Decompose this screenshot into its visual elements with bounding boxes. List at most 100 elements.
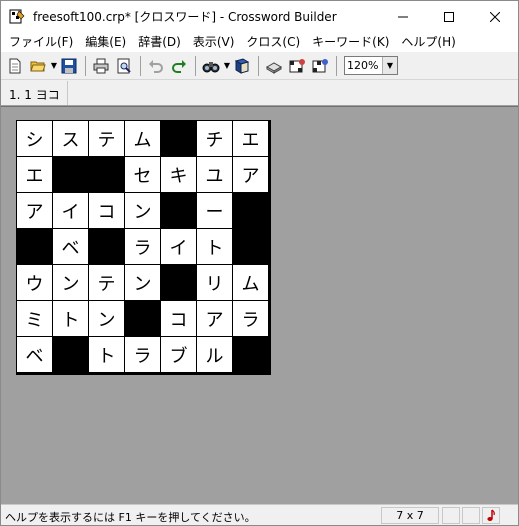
grid-cell-black[interactable] (233, 229, 269, 265)
grid-cell[interactable]: テ (89, 121, 125, 157)
find-dropdown-arrow[interactable]: ▼ (223, 55, 231, 77)
new-button[interactable] (4, 55, 26, 77)
grid-cell[interactable]: エ (17, 157, 53, 193)
menu-help[interactable]: ヘルプ(H) (395, 32, 461, 52)
grid-cell[interactable]: ト (89, 337, 125, 373)
window-controls (380, 1, 518, 32)
redo-icon (172, 59, 186, 73)
grid-build-button[interactable] (286, 55, 308, 77)
save-button[interactable] (58, 55, 80, 77)
grid-cell-black[interactable] (161, 265, 197, 301)
status-bar: ヘルプを表示するには F1 キーを押してください。 7 x 7 (1, 504, 518, 525)
undo-icon (149, 59, 163, 73)
print-button[interactable] (90, 55, 112, 77)
title-bar[interactable]: freesoft100.crp* [クロスワード] - Crossword Bu… (1, 1, 518, 32)
erase-button[interactable] (263, 55, 285, 77)
grid-cell-black[interactable] (89, 229, 125, 265)
grid-cell[interactable]: ル (197, 337, 233, 373)
close-button[interactable] (472, 1, 518, 32)
minimize-button[interactable] (380, 1, 426, 32)
toolbar-separator (85, 55, 86, 76)
grid-cell[interactable]: ア (17, 193, 53, 229)
grid-cell[interactable]: ア (233, 157, 269, 193)
redo-button[interactable] (168, 55, 190, 77)
grid-cell[interactable]: ス (53, 121, 89, 157)
grid-build2-button[interactable] (309, 55, 331, 77)
menu-view[interactable]: 表示(V) (187, 32, 241, 52)
grid-cell-black[interactable] (53, 337, 89, 373)
find-button[interactable] (200, 55, 222, 77)
grid-cell[interactable]: テ (89, 265, 125, 301)
menu-dictionary[interactable]: 辞書(D) (132, 32, 187, 52)
music-note-icon[interactable] (482, 507, 500, 524)
open-dropdown-arrow[interactable]: ▼ (50, 55, 58, 77)
grid-cell[interactable]: イ (161, 229, 197, 265)
grid-cell-black[interactable] (125, 301, 161, 337)
grid-cell[interactable]: リ (197, 265, 233, 301)
grid-cell[interactable]: ラ (125, 229, 161, 265)
status-help-text: ヘルプを表示するには F1 キーを押してください。 (5, 511, 256, 524)
grid-cell[interactable]: セ (125, 157, 161, 193)
status-panel-empty (462, 507, 480, 524)
grid-cell[interactable]: ユ (197, 157, 233, 193)
status-panel-empty (442, 507, 460, 524)
grid-cell[interactable]: キ (161, 157, 197, 193)
grid-cell[interactable]: ン (53, 265, 89, 301)
maximize-button[interactable] (426, 1, 472, 32)
app-window: freesoft100.crp* [クロスワード] - Crossword Bu… (0, 0, 519, 526)
status-grid-size: 7 x 7 (381, 507, 439, 524)
print-preview-button[interactable] (113, 55, 135, 77)
crossword-app-icon[interactable] (9, 9, 25, 25)
grid-cell-black[interactable] (17, 229, 53, 265)
crossword-canvas[interactable]: システムチエエセキユアアイコンーベライトウンテンリムミトンコアラベトラブル (1, 106, 518, 504)
save-icon (61, 58, 77, 73)
grid-cell-black[interactable] (161, 193, 197, 229)
current-clue-label: 1. 1 ヨコ (9, 88, 60, 102)
grid-cell-black[interactable] (161, 121, 197, 157)
grid-cell[interactable]: ラ (125, 337, 161, 373)
grid-cell[interactable]: ト (197, 229, 233, 265)
menu-file[interactable]: ファイル(F) (3, 32, 79, 52)
undo-button[interactable] (145, 55, 167, 77)
grid-cell[interactable]: ウ (17, 265, 53, 301)
minimize-icon (398, 16, 408, 17)
grid-cell-black[interactable] (233, 337, 269, 373)
open-button[interactable] (27, 55, 49, 77)
grid-cell[interactable]: イ (53, 193, 89, 229)
dictionary-button[interactable] (231, 55, 253, 77)
grid-cell[interactable]: ト (53, 301, 89, 337)
grid-cell[interactable]: ン (125, 265, 161, 301)
grid-cell[interactable]: エ (233, 121, 269, 157)
grid-cell[interactable]: チ (197, 121, 233, 157)
grid-cell[interactable]: ブ (161, 337, 197, 373)
grid-cell[interactable]: ミ (17, 301, 53, 337)
erase-icon (266, 61, 282, 74)
zoom-select[interactable]: 120% ▼ (344, 56, 398, 75)
grid-cell[interactable]: コ (89, 193, 125, 229)
toolbar: ▼ ▼ 120% ▼ (1, 52, 518, 80)
grid-cell[interactable]: ム (125, 121, 161, 157)
grid-cell-black[interactable] (89, 157, 125, 193)
grid-cell[interactable]: ベ (17, 337, 53, 373)
grid-cell[interactable]: ム (233, 265, 269, 301)
grid-build2-icon (312, 58, 328, 72)
grid-cell[interactable]: ー (197, 193, 233, 229)
menu-keyword[interactable]: キーワード(K) (306, 32, 395, 52)
chevron-down-icon[interactable]: ▼ (382, 57, 397, 74)
clue-info-bar: 1. 1 ヨコ (1, 81, 518, 106)
grid-cell[interactable]: ン (125, 193, 161, 229)
menu-edit[interactable]: 編集(E) (79, 32, 132, 52)
grid-cell-black[interactable] (233, 193, 269, 229)
grid-cell-black[interactable] (53, 157, 89, 193)
grid-cell[interactable]: シ (17, 121, 53, 157)
menu-cross[interactable]: クロス(C) (240, 32, 306, 52)
grid-cell[interactable]: コ (161, 301, 197, 337)
crossword-grid[interactable]: システムチエエセキユアアイコンーベライトウンテンリムミトンコアラベトラブル (16, 120, 271, 375)
toolbar-separator (258, 55, 259, 76)
grid-cell[interactable]: ン (89, 301, 125, 337)
grid-cell[interactable]: ベ (53, 229, 89, 265)
menu-bar: ファイル(F) 編集(E) 辞書(D) 表示(V) クロス(C) キーワード(K… (1, 32, 518, 52)
toolbar-separator (140, 55, 141, 76)
grid-cell[interactable]: ア (197, 301, 233, 337)
grid-cell[interactable]: ラ (233, 301, 269, 337)
